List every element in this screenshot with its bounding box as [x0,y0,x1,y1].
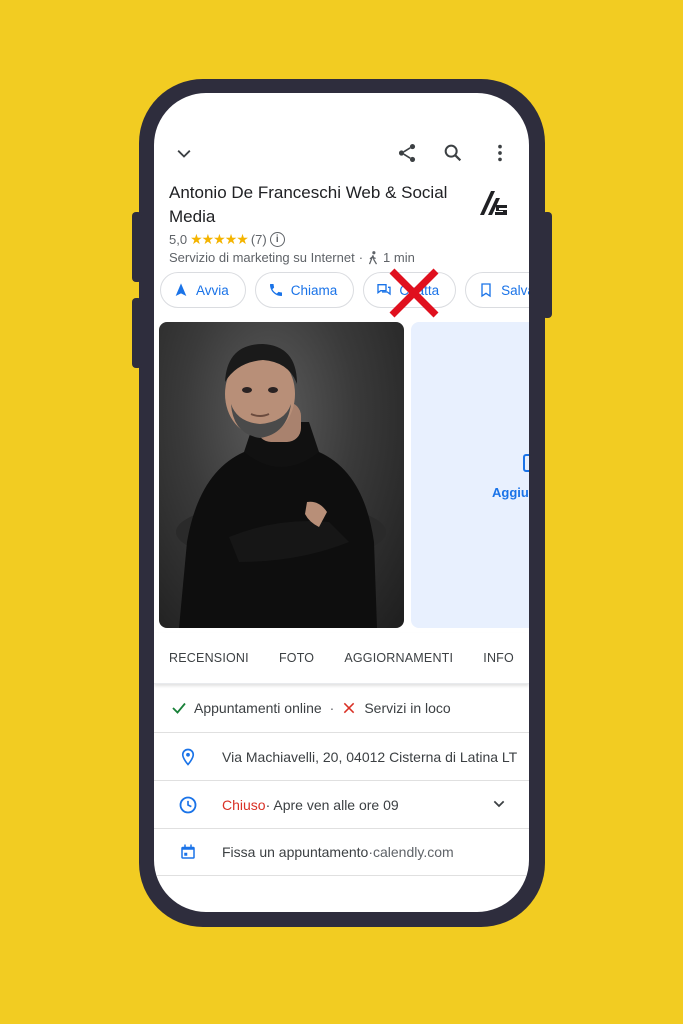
cross-icon [342,701,356,715]
address-row[interactable]: Via Machiavelli, 20, 04012 Cisterna di L… [154,733,529,781]
hours-detail: · Apre ven alle ore 09 [265,796,399,813]
action-chips: Avvia Chiama Chatta Salva [160,272,529,308]
save-label: Salva [501,282,529,298]
features-row: Appuntamenti online · Servizi in loco [154,684,529,733]
phone-screen: Antonio De Franceschi Web & Social Media… [154,93,529,912]
phone-icon [268,282,284,298]
expand-chevron-icon[interactable] [491,796,507,812]
booking-row[interactable]: Fissa un appuntamento · calendly.com [154,829,529,876]
features-separator: · [329,700,335,716]
category-row: Servizio di marketing su Internet · 1 mi… [169,250,415,265]
volume-button-2 [132,298,142,368]
call-button[interactable]: Chiama [254,272,355,308]
calendar-icon [154,842,222,862]
red-cross-icon [386,265,442,321]
search-icon[interactable] [442,142,464,164]
tab-info[interactable]: INFO [483,651,514,665]
booking-label: Fissa un appuntamento [222,844,369,860]
share-icon[interactable] [396,142,418,164]
directions-button[interactable]: Avvia [160,272,246,308]
separator-dot: · [358,250,364,265]
onsite-services-label: Servizi in loco [364,700,451,716]
booking-link[interactable]: calendly.com [373,844,454,860]
more-vert-icon[interactable] [490,142,510,164]
profile-photo[interactable] [159,322,404,628]
add-photo-label[interactable]: Aggiu [492,485,529,500]
add-photo-icon [523,454,529,472]
power-button [542,212,552,318]
address-text: Via Machiavelli, 20, 04012 Cisterna di L… [222,748,518,765]
tab-photos[interactable]: FOTO [279,651,314,665]
save-button[interactable]: Salva [465,272,529,308]
add-photo-tile[interactable] [411,322,529,628]
bookmark-icon [478,282,494,298]
navigate-icon [173,282,189,298]
business-logo-icon [476,185,510,219]
volume-button [132,212,142,282]
walk-time: 1 min [383,250,415,265]
tab-bar: RECENSIONI FOTO AGGIORNAMENTI INFO [154,633,529,684]
online-appointments-label: Appuntamenti online [194,700,322,716]
tab-reviews[interactable]: RECENSIONI [169,651,249,665]
review-count: (7) [250,232,267,247]
tab-updates[interactable]: AGGIORNAMENTI [344,651,453,665]
info-icon[interactable]: i [269,232,285,247]
rating-stars-icon: ★★★★★ [190,231,249,247]
location-pin-icon [154,747,222,767]
call-label: Chiama [290,282,338,298]
walk-icon [367,250,379,265]
check-icon [170,699,188,717]
directions-label: Avvia [196,282,229,298]
chevron-down-icon[interactable] [174,144,194,164]
clock-icon [154,795,222,815]
category-label: Servizio di marketing su Internet [169,250,355,265]
rating-value: 5,0 [169,232,188,247]
hours-status: Chiuso [222,796,266,813]
rating-row[interactable]: 5,0 ★★★★★ (7) i [169,231,285,248]
place-title: Antonio De Franceschi Web & Social Media [169,183,448,226]
hours-row[interactable]: Chiuso · Apre ven alle ore 09 [154,781,529,829]
